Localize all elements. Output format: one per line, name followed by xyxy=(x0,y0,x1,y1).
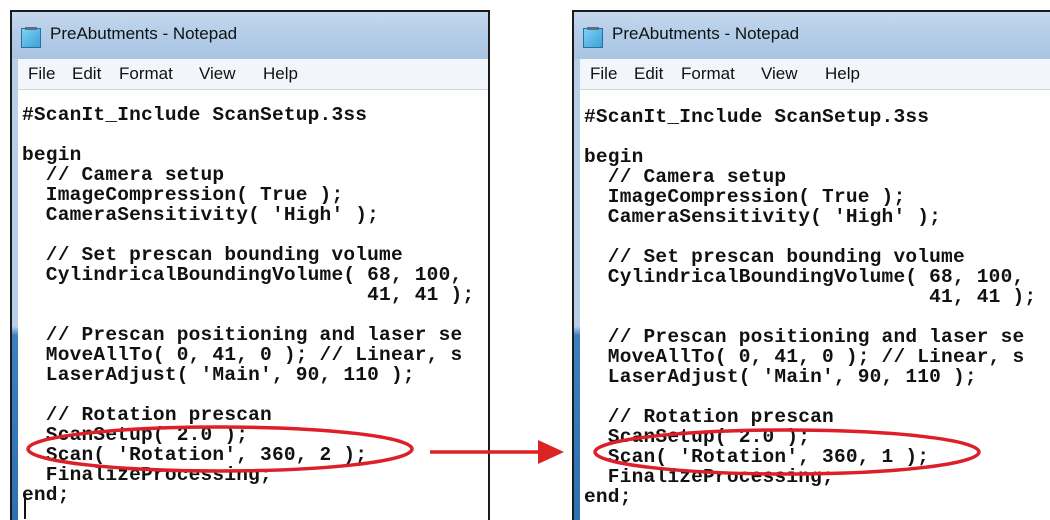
highlight-ellipse-left xyxy=(26,425,414,473)
annotation-overlay xyxy=(26,425,981,476)
highlight-ellipse-right xyxy=(593,428,981,476)
arrow-icon xyxy=(430,440,564,464)
